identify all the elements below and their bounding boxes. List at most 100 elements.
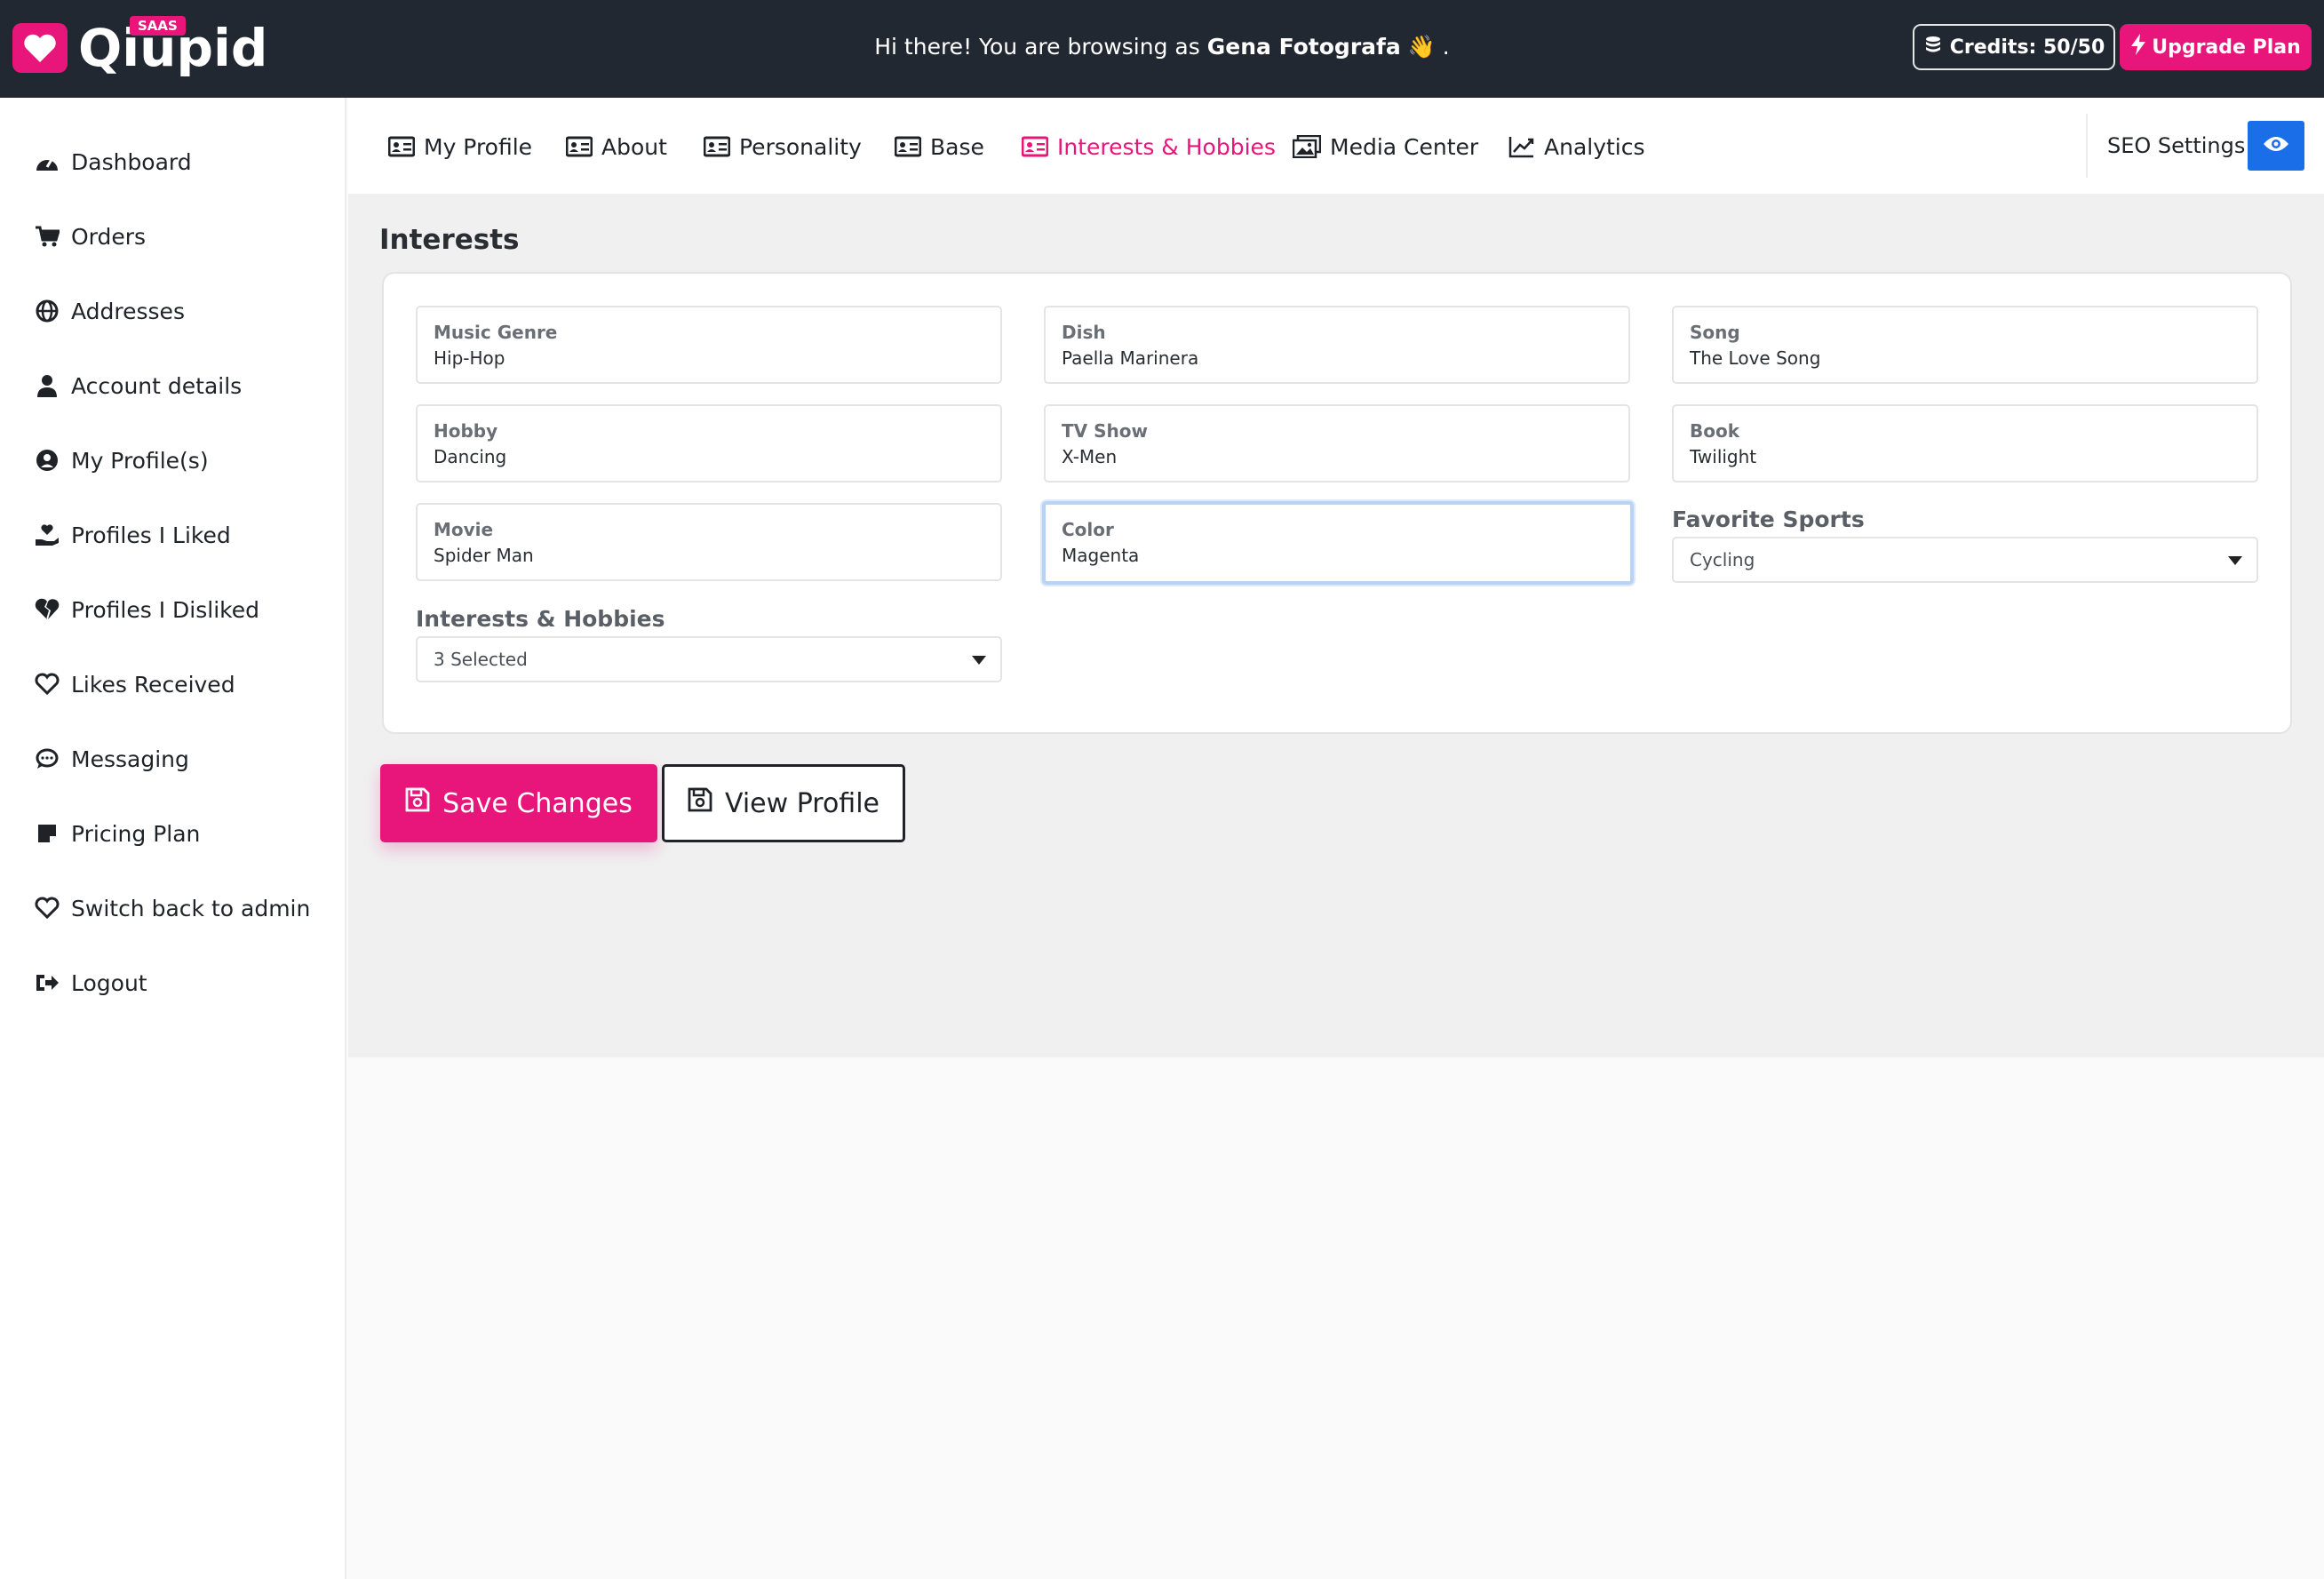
view-profile-button[interactable]: View Profile xyxy=(662,764,905,842)
credits-button[interactable]: Credits: 50/50 xyxy=(1913,24,2115,70)
lightning-icon xyxy=(2130,34,2146,60)
tab-label: Personality xyxy=(739,133,862,160)
saas-badge: SAAS xyxy=(130,16,186,36)
sidebar-item-likes-received[interactable]: Likes Received xyxy=(34,662,235,706)
section-title: Interests xyxy=(379,224,520,256)
field-value: Hip-Hop xyxy=(434,347,505,369)
eye-icon xyxy=(2263,135,2289,156)
profile-tab-bar: My Profile About Personality Base Intere… xyxy=(348,98,2324,194)
field-value: Dancing xyxy=(434,446,507,467)
upgrade-plan-button[interactable]: Upgrade Plan xyxy=(2120,24,2312,70)
field-label: Song xyxy=(1690,322,1740,343)
chart-line-icon xyxy=(1508,135,1535,158)
favorite-sports-select[interactable]: Cycling xyxy=(1672,537,2258,583)
tab-label: Analytics xyxy=(1544,133,1645,160)
field-value: X-Men xyxy=(1062,446,1118,467)
sidebar-item-messaging[interactable]: Messaging xyxy=(34,737,189,781)
book-field[interactable]: Book Twilight xyxy=(1672,404,2258,482)
tab-personality[interactable]: Personality xyxy=(704,130,862,163)
sidebar-item-label: Profiles I Disliked xyxy=(71,596,259,623)
sidebar-item-label: Account details xyxy=(71,372,243,399)
interests-card: Music Genre Hip-Hop Dish Paella Marinera… xyxy=(382,272,2292,734)
broken-heart-icon xyxy=(34,596,60,623)
song-field[interactable]: Song The Love Song xyxy=(1672,306,2258,384)
hobby-field[interactable]: Hobby Dancing xyxy=(416,404,1002,482)
sidebar-item-pricing-plan[interactable]: Pricing Plan xyxy=(34,811,200,856)
save-label: Save Changes xyxy=(442,787,633,819)
sidebar-item-label: Logout xyxy=(71,969,147,996)
photo-album-icon xyxy=(1293,135,1321,158)
select-value: Cycling xyxy=(1690,549,1755,570)
sidebar-item-label: Pricing Plan xyxy=(71,820,201,847)
sidebar-item-account-details[interactable]: Account details xyxy=(34,363,242,408)
upgrade-label: Upgrade Plan xyxy=(2152,36,2301,59)
color-field[interactable]: Color Magenta xyxy=(1042,501,1634,585)
movie-field[interactable]: Movie Spider Man xyxy=(416,503,1002,581)
field-label: Movie xyxy=(434,519,494,540)
sidebar-item-label: Orders xyxy=(71,223,147,250)
field-label: Book xyxy=(1690,420,1740,442)
sidebar-item-addresses[interactable]: Addresses xyxy=(34,289,185,333)
hand-heart-icon xyxy=(34,522,60,548)
interests-hobbies-select[interactable]: 3 Selected xyxy=(416,636,1002,682)
field-label: Music Genre xyxy=(434,322,558,343)
heart-outline-icon xyxy=(34,895,60,921)
tab-analytics[interactable]: Analytics xyxy=(1508,130,1645,163)
select-value: 3 Selected xyxy=(434,649,528,670)
sidebar-item-orders[interactable]: Orders xyxy=(34,214,146,259)
sidebar-item-label: Likes Received xyxy=(71,671,235,698)
field-label: Color xyxy=(1062,519,1114,540)
field-label: Dish xyxy=(1062,322,1106,343)
greeting-suffix: 👋 . xyxy=(1407,34,1450,60)
tab-interests-hobbies[interactable]: Interests & Hobbies xyxy=(1022,130,1276,163)
caret-down-icon xyxy=(972,656,986,665)
tab-label: My Profile xyxy=(424,133,533,160)
sidebar-item-profiles-liked[interactable]: Profiles I Liked xyxy=(34,513,231,557)
tab-about[interactable]: About xyxy=(566,130,667,163)
user-icon xyxy=(34,372,60,399)
dashboard-gauge-icon xyxy=(34,148,60,175)
caret-down-icon xyxy=(2228,556,2242,565)
tab-media-center[interactable]: Media Center xyxy=(1293,130,1478,163)
sidebar-item-dashboard[interactable]: Dashboard xyxy=(34,140,192,184)
tab-base[interactable]: Base xyxy=(895,130,984,163)
view-label: View Profile xyxy=(724,787,879,819)
floppy-disk-icon xyxy=(688,787,712,819)
logout-icon xyxy=(34,969,60,996)
seo-preview-button[interactable] xyxy=(2248,121,2304,171)
sidebar-item-label: My Profile(s) xyxy=(71,447,209,474)
field-value: Paella Marinera xyxy=(1062,347,1199,369)
note-icon xyxy=(34,820,60,847)
heart-outline-icon xyxy=(34,671,60,698)
sidebar-item-label: Addresses xyxy=(71,298,185,324)
tv-show-field[interactable]: TV Show X-Men xyxy=(1044,404,1630,482)
field-label: TV Show xyxy=(1062,420,1148,442)
sidebar: Dashboard Orders Addresses Account detai… xyxy=(0,98,346,1579)
sidebar-item-profiles-disliked[interactable]: Profiles I Disliked xyxy=(34,587,259,632)
coins-icon xyxy=(1923,35,1943,60)
greeting-user-name: Gena Fotografa xyxy=(1206,34,1401,60)
field-value: Magenta xyxy=(1062,545,1140,566)
tab-label: Interests & Hobbies xyxy=(1057,133,1276,160)
id-card-icon xyxy=(704,136,730,157)
id-card-icon xyxy=(1022,136,1048,157)
sidebar-item-my-profiles[interactable]: My Profile(s) xyxy=(34,438,209,482)
credits-label: Credits: 50/50 xyxy=(1949,36,2105,59)
save-changes-button[interactable]: Save Changes xyxy=(380,764,657,842)
sidebar-item-label: Messaging xyxy=(71,746,189,772)
field-value: Spider Man xyxy=(434,545,534,566)
sidebar-item-switch-admin[interactable]: Switch back to admin xyxy=(34,886,310,930)
shopping-cart-icon xyxy=(34,223,60,250)
sidebar-item-logout[interactable]: Logout xyxy=(34,961,147,1005)
id-card-icon xyxy=(566,136,593,157)
field-value: Twilight xyxy=(1690,446,1757,467)
sidebar-item-label: Profiles I Liked xyxy=(71,522,231,548)
dish-field[interactable]: Dish Paella Marinera xyxy=(1044,306,1630,384)
music-genre-field[interactable]: Music Genre Hip-Hop xyxy=(416,306,1002,384)
floppy-disk-icon xyxy=(405,787,430,819)
user-circle-icon xyxy=(34,447,60,474)
sidebar-item-label: Dashboard xyxy=(71,148,192,175)
seo-settings-label[interactable]: SEO Settings xyxy=(2107,133,2245,158)
tab-my-profile[interactable]: My Profile xyxy=(388,130,532,163)
tab-label: Media Center xyxy=(1330,133,1479,160)
